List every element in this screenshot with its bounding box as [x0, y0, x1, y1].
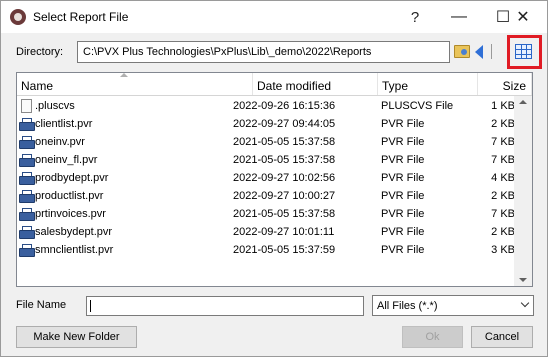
file-name-cell: .pluscvs — [35, 100, 75, 112]
file-name-cell: oneinv_fl.pvr — [35, 154, 98, 166]
type-cell: PVR File — [381, 154, 425, 166]
size-cell: 2 KB — [491, 226, 515, 238]
printer-icon — [19, 154, 35, 167]
date-cell: 2022-09-27 09:44:05 — [233, 118, 336, 130]
table-row[interactable]: oneinv_fl.pvr 2021-05-05 15:37:58 PVR Fi… — [17, 151, 517, 169]
file-name-cell: oneinv.pvr — [35, 136, 85, 148]
size-cell: 4 KB — [491, 172, 515, 184]
size-cell: 7 KB — [491, 136, 515, 148]
list-header: Name Date modified Type Size — [17, 73, 532, 96]
scroll-down-arrow-icon[interactable] — [519, 278, 527, 282]
file-icon — [21, 99, 32, 113]
vertical-scrollbar[interactable] — [514, 96, 532, 286]
column-header-size[interactable]: Size — [478, 73, 532, 95]
date-cell: 2022-09-27 10:01:11 — [233, 226, 335, 238]
size-cell: 2 KB — [491, 190, 515, 202]
cancel-button[interactable]: Cancel — [471, 326, 533, 348]
type-cell: PVR File — [381, 118, 425, 130]
table-row[interactable]: productlist.pvr 2022-09-27 10:00:27 PVR … — [17, 187, 517, 205]
file-name-cell: prodbydept.pvr — [35, 172, 109, 184]
app-icon — [10, 9, 26, 25]
help-button[interactable]: ? — [393, 1, 437, 33]
date-cell: 2022-09-27 10:00:27 — [233, 190, 336, 202]
ok-button[interactable]: Ok — [402, 326, 463, 348]
window-title: Select Report File — [33, 10, 129, 24]
date-cell: 2022-09-27 10:02:56 — [233, 172, 336, 184]
column-header-type[interactable]: Type — [378, 73, 478, 95]
minimize-button[interactable]: — — [437, 1, 481, 33]
toolbar-separator — [491, 44, 492, 59]
file-type-filter-select[interactable]: All Files (*.*) — [372, 295, 534, 316]
file-name-cell: salesbydept.pvr — [35, 226, 113, 238]
printer-icon — [19, 226, 35, 239]
size-cell: 3 KB — [491, 244, 515, 256]
open-folder-icon[interactable] — [454, 45, 470, 58]
type-cell: PVR File — [381, 208, 425, 220]
table-row[interactable]: salesbydept.pvr 2022-09-27 10:01:11 PVR … — [17, 223, 517, 241]
file-list[interactable]: Name Date modified Type Size .pluscvs 20… — [16, 72, 533, 287]
date-cell: 2021-05-05 15:37:58 — [233, 136, 336, 148]
type-cell: PVR File — [381, 244, 425, 256]
size-cell: 1 KB — [491, 100, 515, 112]
back-arrow-icon[interactable] — [475, 45, 483, 59]
directory-label: Directory: — [16, 46, 64, 58]
close-button[interactable]: ✕ — [501, 1, 545, 33]
type-cell: PVR File — [381, 190, 425, 202]
scroll-up-arrow-icon[interactable] — [519, 100, 527, 104]
file-name-label: File Name — [16, 299, 67, 311]
directory-path-field[interactable]: C:\PVX Plus Technologies\PxPlus\Lib\_dem… — [77, 41, 450, 63]
file-type-filter-value: All Files (*.*) — [377, 300, 438, 312]
printer-icon — [19, 208, 35, 221]
table-row[interactable]: clientlist.pvr 2022-09-27 09:44:05 PVR F… — [17, 115, 517, 133]
make-new-folder-button[interactable]: Make New Folder — [16, 326, 137, 348]
printer-icon — [19, 136, 35, 149]
type-cell: PVR File — [381, 136, 425, 148]
size-cell: 2 KB — [491, 118, 515, 130]
printer-icon — [19, 244, 35, 257]
size-cell: 7 KB — [491, 208, 515, 220]
type-cell: PVR File — [381, 172, 425, 184]
title-bar: Select Report File ? — ☐ ✕ — [1, 1, 547, 33]
file-name-cell: clientlist.pvr — [35, 118, 93, 130]
date-cell: 2021-05-05 15:37:59 — [233, 244, 336, 256]
table-row[interactable]: prodbydept.pvr 2022-09-27 10:02:56 PVR F… — [17, 169, 517, 187]
type-cell: PLUSCVS File — [381, 100, 454, 112]
printer-icon — [19, 190, 35, 203]
size-cell: 7 KB — [491, 154, 515, 166]
file-name-cell: smnclientlist.pvr — [35, 244, 114, 256]
table-row[interactable]: smnclientlist.pvr 2021-05-05 15:37:59 PV… — [17, 241, 517, 259]
text-caret — [90, 300, 91, 312]
file-name-input[interactable] — [86, 296, 364, 316]
printer-icon — [19, 172, 35, 185]
file-name-cell: prtinvoices.pvr — [35, 208, 106, 220]
date-cell: 2021-05-05 15:37:58 — [233, 208, 336, 220]
file-name-cell: productlist.pvr — [35, 190, 104, 202]
date-cell: 2022-09-26 16:15:36 — [233, 100, 336, 112]
chevron-down-icon — [520, 298, 530, 308]
table-row[interactable]: prtinvoices.pvr 2021-05-05 15:37:58 PVR … — [17, 205, 517, 223]
printer-icon — [19, 118, 35, 131]
grid-view-icon[interactable] — [515, 44, 532, 59]
select-report-file-dialog: Select Report File ? — ☐ ✕ Directory: C:… — [0, 0, 548, 357]
table-row[interactable]: oneinv.pvr 2021-05-05 15:37:58 PVR File … — [17, 133, 517, 151]
type-cell: PVR File — [381, 226, 425, 238]
table-row[interactable]: .pluscvs 2022-09-26 16:15:36 PLUSCVS Fil… — [17, 97, 517, 115]
column-header-name[interactable]: Name — [17, 73, 253, 95]
column-header-date-modified[interactable]: Date modified — [253, 73, 378, 95]
date-cell: 2021-05-05 15:37:58 — [233, 154, 336, 166]
